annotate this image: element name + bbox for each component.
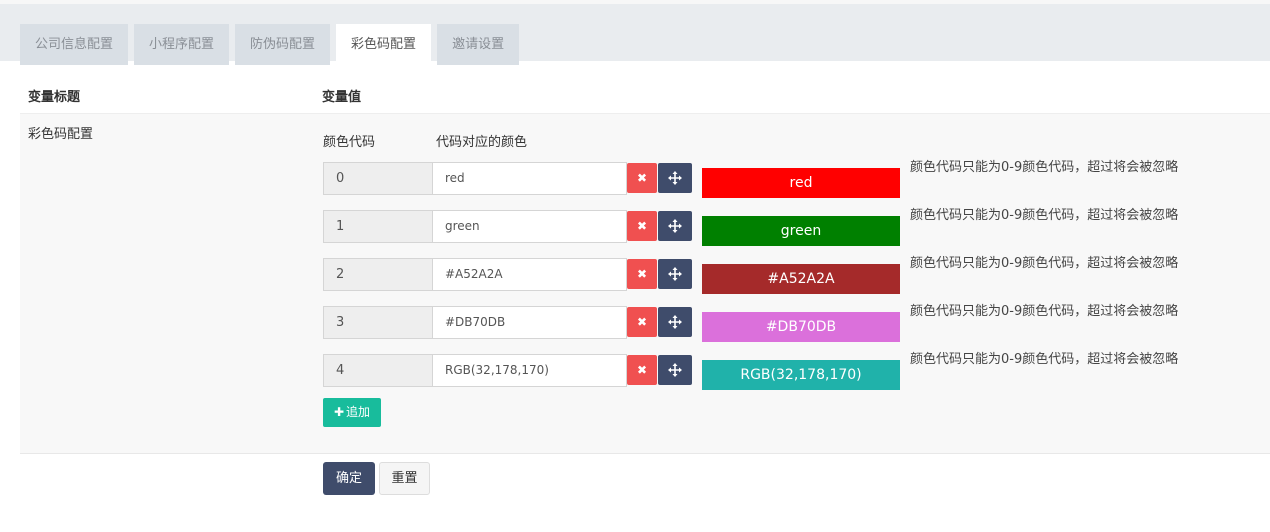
list-item: 3 #DB70DB ✖ #DB70DB 颜色代码只能为0-9颜色代码，超过将会被忽略 (323, 304, 1223, 342)
color-value-input[interactable]: red (433, 162, 627, 195)
drag-handle[interactable] (658, 211, 692, 241)
color-column-header: 代码对应的颜色 (436, 135, 528, 150)
tab-company-info[interactable]: 公司信息配置 (20, 24, 129, 65)
close-icon: ✖ (636, 267, 648, 281)
color-code-input[interactable]: 2 (323, 258, 433, 291)
color-value-input[interactable]: #A52A2A (433, 258, 627, 291)
drag-handle[interactable] (658, 163, 692, 193)
tabs: 公司信息配置 小程序配置 防伪码配置 彩色码配置 邀请设置 (20, 24, 525, 65)
tab-invite-settings[interactable]: 邀请设置 (437, 24, 520, 65)
help-text: 颜色代码只能为0-9颜色代码，超过将会被忽略 (910, 256, 1179, 271)
color-preview: #DB70DB (702, 312, 900, 342)
color-preview: #A52A2A (702, 264, 900, 294)
column-header-title: 变量标题 (28, 90, 81, 105)
tab-color-code[interactable]: 彩色码配置 (336, 24, 432, 65)
close-icon: ✖ (636, 219, 648, 233)
column-header-value: 变量值 (322, 90, 362, 105)
plus-icon: ✚ (333, 405, 345, 419)
delete-button[interactable]: ✖ (627, 355, 657, 385)
color-preview: RGB(32,178,170) (702, 360, 900, 390)
delete-button[interactable]: ✖ (627, 211, 657, 241)
color-preview: red (702, 168, 900, 198)
list-item: 0 red ✖ red 颜色代码只能为0-9颜色代码，超过将会被忽略 (323, 160, 1223, 198)
row-title: 彩色码配置 (28, 127, 94, 142)
close-icon: ✖ (636, 315, 648, 329)
add-button-label: 追加 (346, 405, 371, 419)
color-value-input[interactable]: RGB(32,178,170) (433, 354, 627, 387)
close-icon: ✖ (636, 171, 648, 185)
add-button[interactable]: ✚ 追加 (323, 398, 381, 427)
drag-handle[interactable] (658, 355, 692, 385)
color-preview: green (702, 216, 900, 246)
help-text: 颜色代码只能为0-9颜色代码，超过将会被忽略 (910, 208, 1179, 223)
tab-anti-fake-code[interactable]: 防伪码配置 (235, 24, 331, 65)
drag-handle[interactable] (658, 259, 692, 289)
delete-button[interactable]: ✖ (627, 307, 657, 337)
color-value-input[interactable]: #DB70DB (433, 306, 627, 339)
color-code-input[interactable]: 4 (323, 354, 433, 387)
list-item: 1 green ✖ green 颜色代码只能为0-9颜色代码，超过将会被忽略 (323, 208, 1223, 246)
move-icon (668, 219, 682, 233)
color-code-input[interactable]: 0 (323, 162, 433, 195)
help-text: 颜色代码只能为0-9颜色代码，超过将会被忽略 (910, 352, 1179, 367)
move-icon (668, 363, 682, 377)
close-icon: ✖ (636, 363, 648, 377)
list-item: 2 #A52A2A ✖ #A52A2A 颜色代码只能为0-9颜色代码，超过将会被忽略 (323, 256, 1223, 294)
color-code-input[interactable]: 3 (323, 306, 433, 339)
list-item: 4 RGB(32,178,170) ✖ RGB(32,178,170) 颜色代码只能为0… (323, 352, 1223, 390)
move-icon (668, 267, 682, 281)
code-column-header: 颜色代码 (323, 135, 376, 150)
tab-mini-program[interactable]: 小程序配置 (134, 24, 230, 65)
color-code-input[interactable]: 1 (323, 210, 433, 243)
delete-button[interactable]: ✖ (627, 163, 657, 193)
help-text: 颜色代码只能为0-9颜色代码，超过将会被忽略 (910, 160, 1179, 175)
reset-button[interactable]: 重置 (379, 462, 430, 495)
drag-handle[interactable] (658, 307, 692, 337)
delete-button[interactable]: ✖ (627, 259, 657, 289)
tab-bar: 公司信息配置 小程序配置 防伪码配置 彩色码配置 邀请设置 (0, 0, 1270, 65)
color-value-input[interactable]: green (433, 210, 627, 243)
confirm-button[interactable]: 确定 (323, 462, 375, 495)
help-text: 颜色代码只能为0-9颜色代码，超过将会被忽略 (910, 304, 1179, 319)
move-icon (668, 315, 682, 329)
move-icon (668, 171, 682, 185)
